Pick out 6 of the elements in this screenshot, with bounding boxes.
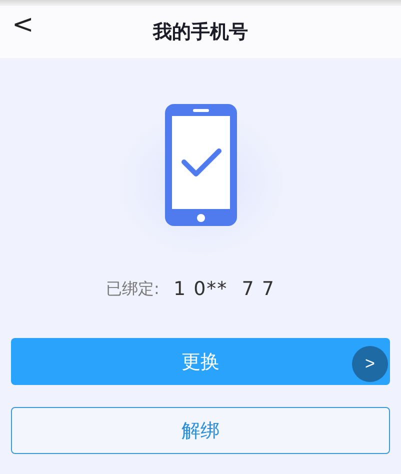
- bound-label: 已绑定:: [106, 278, 160, 300]
- back-button[interactable]: <: [6, 10, 40, 40]
- page-title: 我的手机号: [153, 20, 248, 45]
- unbind-button[interactable]: 解绑: [11, 407, 390, 454]
- phone-check-icon: [164, 104, 236, 226]
- phone-number: 1 0** 7 7: [173, 278, 275, 300]
